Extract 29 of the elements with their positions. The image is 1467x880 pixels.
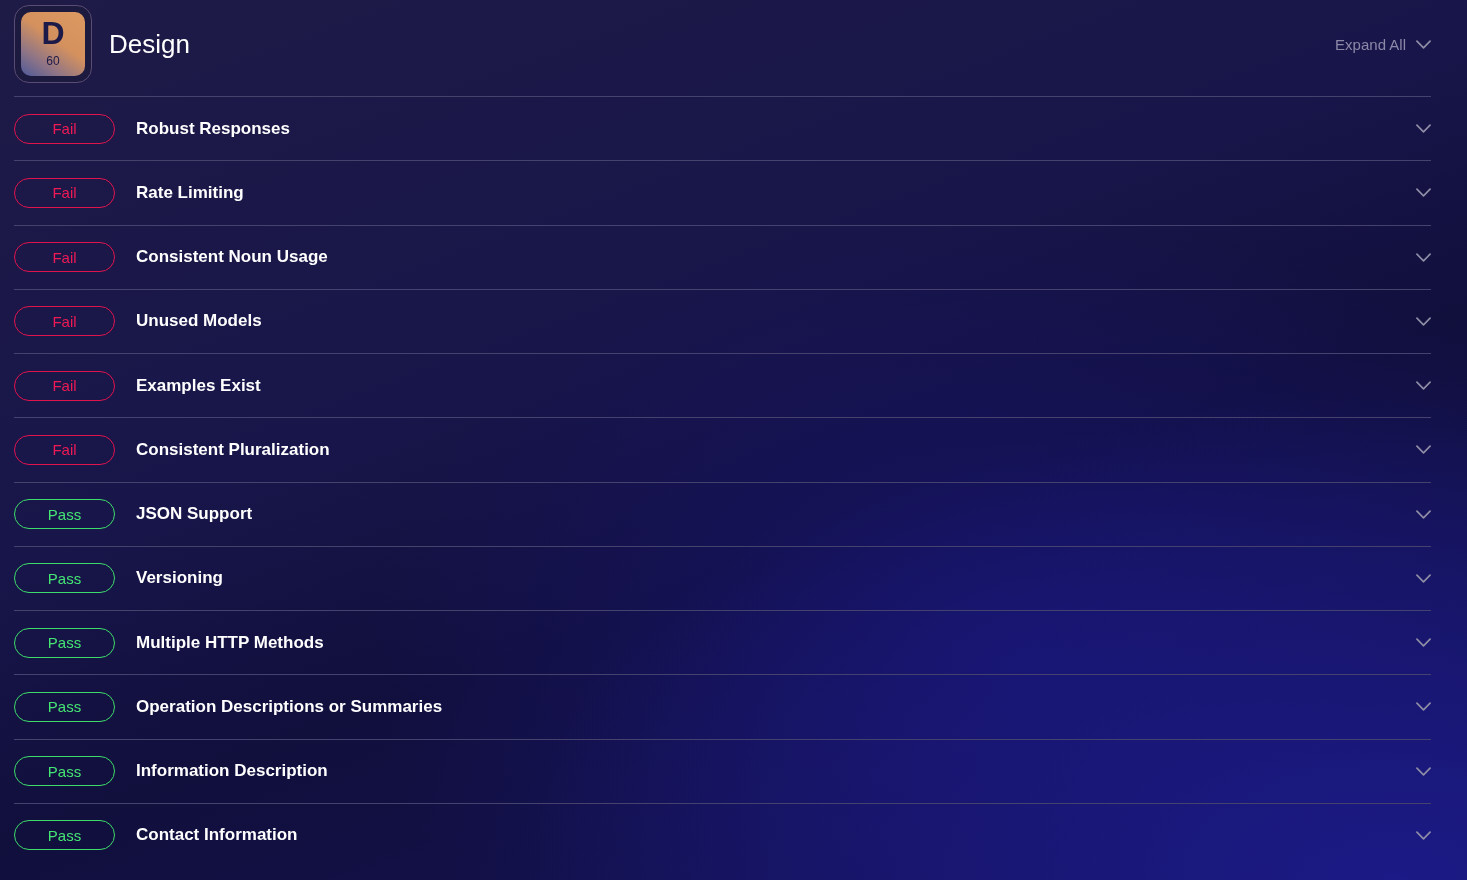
check-title[interactable]: Rate Limiting xyxy=(136,182,244,203)
check-title[interactable]: Robust Responses xyxy=(136,118,290,139)
chevron-down-icon[interactable] xyxy=(1416,638,1431,648)
chevron-down-icon[interactable] xyxy=(1416,124,1431,134)
check-title[interactable]: Operation Descriptions or Summaries xyxy=(136,696,443,717)
chevron-down-icon[interactable] xyxy=(1416,188,1431,198)
check-title[interactable]: Consistent Pluralization xyxy=(136,439,330,460)
check-title[interactable]: Consistent Noun Usage xyxy=(136,247,328,268)
check-title[interactable]: JSON Support xyxy=(136,504,253,525)
chevron-down-icon[interactable] xyxy=(1416,252,1431,262)
chevron-down-icon[interactable] xyxy=(1416,381,1431,391)
chevron-down-icon[interactable] xyxy=(1416,830,1431,840)
check-title[interactable]: Contact Information xyxy=(136,825,298,846)
chevron-down-icon[interactable] xyxy=(1416,445,1431,455)
chevron-down-icon[interactable] xyxy=(1416,766,1431,776)
grade-letter: D xyxy=(41,16,65,50)
check-title[interactable]: Information Description xyxy=(136,761,328,782)
chevron-down-icon[interactable] xyxy=(1416,316,1431,326)
chevron-down-icon[interactable] xyxy=(1416,573,1431,583)
check-title[interactable]: Versioning xyxy=(136,568,223,589)
check-title[interactable]: Examples Exist xyxy=(136,375,261,396)
chevron-down-icon[interactable] xyxy=(1416,702,1431,712)
grade-score: 60 xyxy=(46,54,60,68)
check-title[interactable]: Multiple HTTP Methods xyxy=(136,632,324,653)
check-title[interactable]: Unused Models xyxy=(136,311,262,332)
chevron-down-icon xyxy=(1416,39,1431,49)
section-title: Design xyxy=(109,28,190,60)
expand-all-button[interactable]: Expand All xyxy=(1335,35,1431,53)
chevron-down-icon[interactable] xyxy=(1416,509,1431,519)
